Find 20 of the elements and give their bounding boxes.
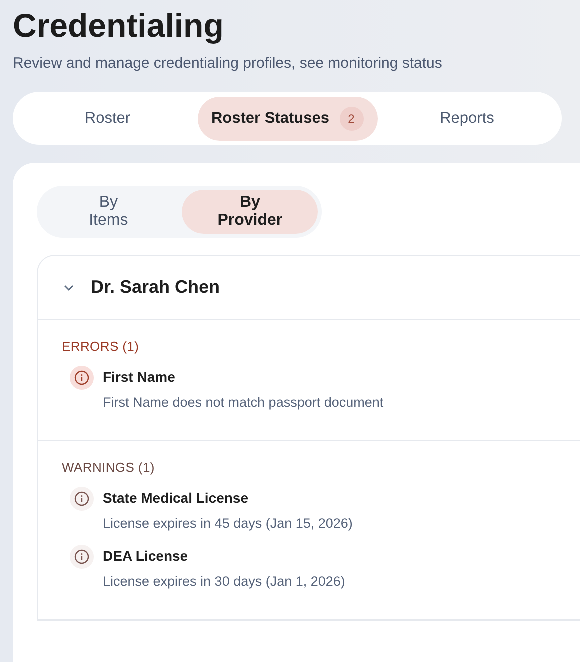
tab[interactable]: Roster — [18, 96, 198, 140]
view-option[interactable]: By Provider — [182, 190, 318, 234]
tab[interactable]: Reports — [378, 96, 557, 140]
section-heading: WARNINGS (1) — [62, 460, 156, 475]
info-icon — [70, 487, 94, 511]
page-subtitle: Review and manage credentialing profiles, see monitoring status — [13, 54, 444, 74]
issue-title: State Medical License — [103, 489, 250, 507]
issue-detail: License expires in 30 days (Jan 1, 2026) — [103, 573, 346, 591]
provider-name: Dr. Sarah Chen — [91, 277, 220, 298]
issue-detail: First Name does not match passport document — [103, 394, 384, 412]
info-icon — [70, 366, 94, 390]
issue-detail: License expires in 45 days (Jan 15, 2026) — [103, 515, 353, 533]
view-option[interactable]: By Items — [41, 190, 172, 234]
section-heading: ERRORS (1) — [62, 339, 140, 354]
tab[interactable]: Roster Statuses 2 — [198, 96, 378, 140]
page-title: Credentialing — [13, 6, 225, 46]
issue-title: DEA License — [103, 547, 190, 565]
info-icon — [70, 545, 94, 569]
issue-title: First Name — [103, 368, 176, 386]
count-badge: 2 — [340, 106, 364, 130]
